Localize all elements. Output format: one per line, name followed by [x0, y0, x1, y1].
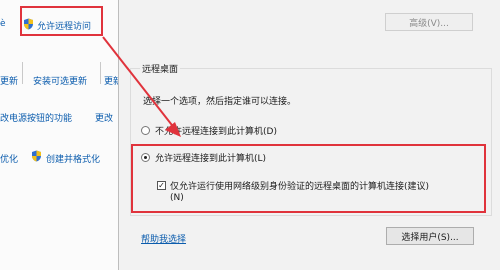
control-panel-strip: è 允许远程访问 更新 安装可选更新 更新 改电源按钮的功能 更改 优化 创建并…: [0, 0, 122, 270]
change-link[interactable]: 更改: [95, 111, 113, 124]
optimize-link[interactable]: 优化: [0, 152, 18, 165]
radio-disallow[interactable]: [141, 126, 150, 135]
radio-disallow-label[interactable]: 不允许远程连接到此计算机(D): [155, 124, 277, 137]
shield-icon: [32, 150, 41, 162]
instruction-text: 选择一个选项，然后指定谁可以连接。: [143, 97, 297, 107]
group-title: 远程桌面: [140, 62, 181, 75]
create-format-link[interactable]: 创建并格式化: [46, 152, 100, 165]
highlight-allow-option: [131, 144, 486, 213]
optional-updates-link[interactable]: 安装可选更新: [33, 74, 87, 87]
power-button-link[interactable]: 改电源按钮的功能: [0, 111, 72, 124]
highlight-remote-access: [20, 6, 103, 36]
top-link-fragment[interactable]: è: [0, 19, 6, 29]
update-link[interactable]: 更新: [0, 74, 18, 87]
help-me-choose-link[interactable]: 帮助我选择: [141, 232, 186, 245]
select-users-button[interactable]: 选择用户(S)...: [386, 227, 474, 245]
advanced-button[interactable]: 高级(V)...: [385, 13, 473, 31]
